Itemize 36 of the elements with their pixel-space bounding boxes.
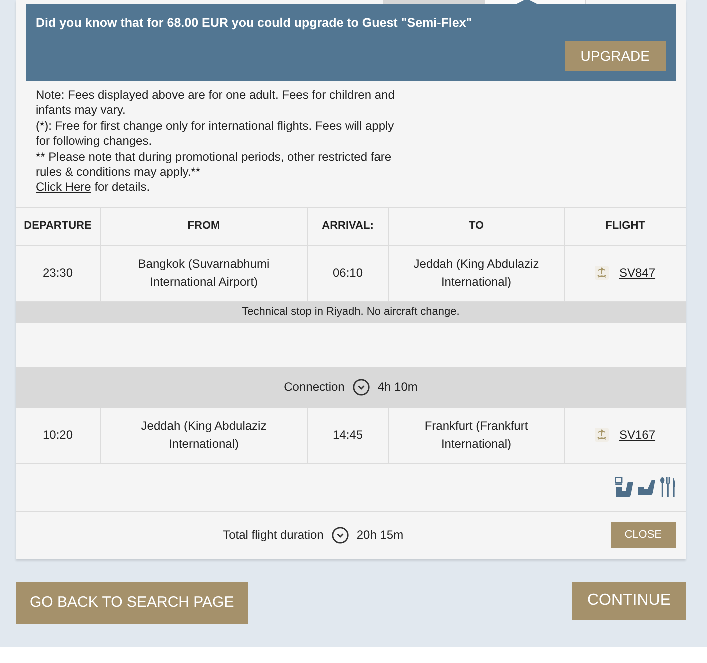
flight-number-link[interactable]: SV847 [619,264,656,282]
column-header: FLIGHT [604,219,646,234]
cutlery-icon [660,476,676,498]
total-duration-value: 20h 15m [356,528,404,542]
table-cell: Jeddah (King Abdulaziz International) [101,408,308,463]
column-header: ARRIVAL: [308,208,389,245]
total-duration-label: Total flight duration [223,528,324,542]
details-note: Click Here for details. [36,180,152,196]
connection-duration: 4h 10m [378,380,418,394]
palm-emblem-icon [595,266,610,280]
table-cell: 14:45 [308,408,389,463]
chevron-down-circle-icon [332,526,349,544]
table-cell: Frankfurt (Frankfurt International) [389,408,565,463]
flight-number-link[interactable]: SV167 [619,426,656,444]
fare-note: Note: Fees displayed above are for one adult. Fees for children and infants may vary. [36,88,396,119]
column-header: TO [389,208,565,245]
continue-button[interactable]: CONTINUE [572,582,686,620]
back-to-search-button[interactable]: GO BACK TO SEARCH PAGE [16,582,248,624]
click-here-link[interactable]: Click Here [36,180,92,194]
upgrade-button[interactable]: UPGRADE [564,41,666,71]
technical-stop-note: Technical stop in Riyadh. No aircraft change. [16,302,686,323]
table-cell: Bangkok (Suvarnabhumi International Airport) [101,246,308,301]
column-header: FROM [101,208,308,245]
table-cell: 06:10 [308,246,389,301]
fare-note: (*): Free for first change only for international flights. Fees will apply for following changes. [36,118,396,150]
connection-label: Connection [284,380,345,394]
seat-with-screen-icon [615,476,634,498]
upgrade-message: Did you know that for 68.00 EUR you could upgrade to Guest "Semi-Flex" [36,15,474,31]
table-cell: 23:30 [16,246,101,301]
reclined-seat-icon [638,478,656,496]
table-cell: 10:20 [16,408,101,463]
column-header: DEPARTURE [16,208,101,245]
close-button[interactable]: CLOSE [610,522,676,548]
chevron-down-circle-icon [352,378,370,396]
palm-emblem-icon [595,428,610,442]
table-cell: Jeddah (King Abdulaziz International) [389,246,565,301]
